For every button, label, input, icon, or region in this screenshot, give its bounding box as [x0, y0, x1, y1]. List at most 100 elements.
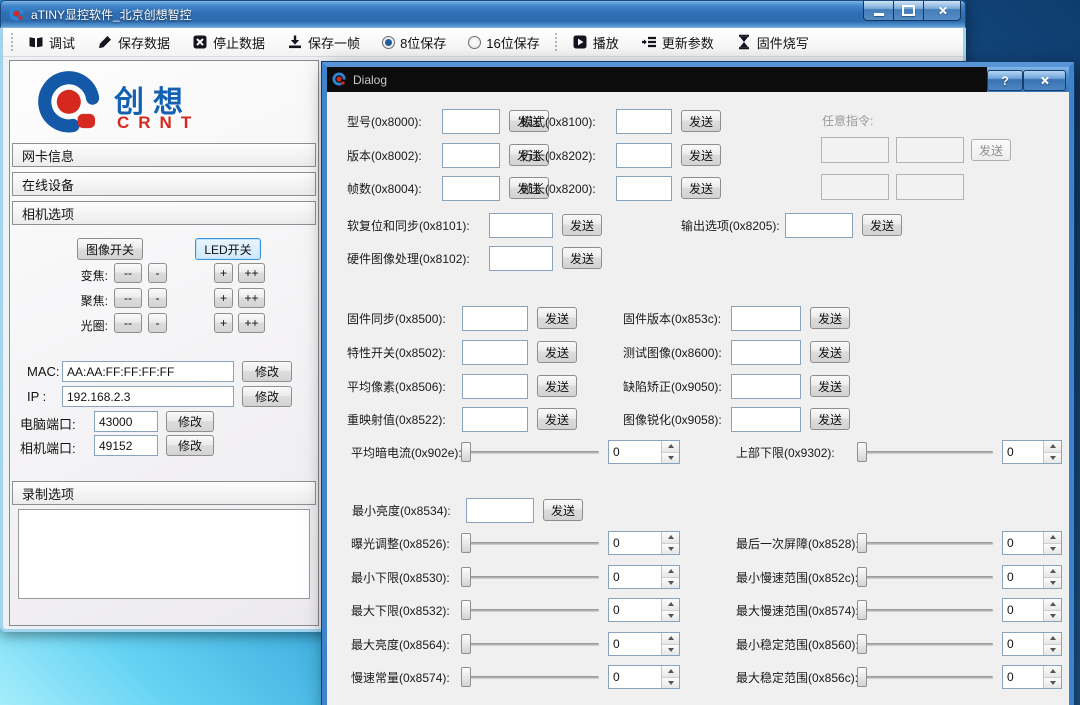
- spin-down-button[interactable]: [1044, 645, 1061, 656]
- spin-down-button[interactable]: [662, 645, 679, 656]
- play-button[interactable]: 播放: [561, 29, 630, 55]
- hw-image-processing-send-button[interactable]: 发送: [562, 247, 602, 269]
- firmware-sync-input[interactable]: [462, 306, 528, 331]
- update-params-button[interactable]: 更新参数: [630, 29, 725, 55]
- max-brightness-slider[interactable]: [461, 634, 599, 654]
- spin-up-button[interactable]: [662, 666, 679, 678]
- avg-pixel-input[interactable]: [462, 374, 528, 399]
- main-titlebar[interactable]: aTINY显控软件_北京创想智控: [0, 0, 966, 28]
- min-stable-range-slider[interactable]: [857, 634, 993, 654]
- spin-down-button[interactable]: [1044, 611, 1061, 622]
- mac-input[interactable]: [62, 361, 234, 382]
- slider-handle[interactable]: [857, 667, 867, 687]
- output-option-input[interactable]: [785, 213, 853, 238]
- slider-handle[interactable]: [857, 600, 867, 620]
- slider-handle[interactable]: [461, 533, 471, 553]
- max-stable-range-slider[interactable]: [857, 667, 993, 687]
- ip-input[interactable]: [62, 386, 234, 407]
- slow-constant-slider[interactable]: [461, 667, 599, 687]
- zoom-minus-button[interactable]: -: [148, 263, 167, 283]
- stop-data-button[interactable]: 停止数据: [181, 29, 276, 55]
- firmware-sync-send-button[interactable]: 发送: [537, 307, 577, 329]
- max-stable-range-value[interactable]: [1003, 666, 1043, 688]
- spin-up-button[interactable]: [662, 599, 679, 611]
- firmware-version-input[interactable]: [731, 306, 801, 331]
- min-lower-limit-spinbox[interactable]: [608, 565, 680, 589]
- upper-lower-limit-slider[interactable]: [857, 442, 993, 462]
- exposure-adjust-slider[interactable]: [461, 533, 599, 553]
- max-lower-limit-value[interactable]: [609, 599, 661, 621]
- image-switch-button[interactable]: 图像开关: [77, 238, 143, 260]
- slider-handle[interactable]: [857, 567, 867, 587]
- max-lower-limit-slider[interactable]: [461, 600, 599, 620]
- exposure-adjust-spinbox[interactable]: [608, 531, 680, 555]
- focus-minus2-button[interactable]: --: [114, 288, 142, 308]
- toolbar-grip[interactable]: [11, 33, 13, 51]
- arbitrary-input-1[interactable]: [821, 137, 889, 163]
- upper-lower-limit-spinbox[interactable]: [1002, 440, 1062, 464]
- minimize-button[interactable]: [863, 1, 894, 21]
- line-length-input[interactable]: [616, 143, 672, 168]
- spin-up-button[interactable]: [1044, 633, 1061, 645]
- spin-down-button[interactable]: [662, 544, 679, 555]
- spin-down-button[interactable]: [662, 678, 679, 689]
- max-slow-range-spinbox[interactable]: [1002, 598, 1062, 622]
- frame-length-send-button[interactable]: 发送: [681, 177, 721, 199]
- focus-plus-button[interactable]: +: [214, 288, 233, 308]
- arbitrary-input-3[interactable]: [821, 174, 889, 200]
- image-sharpen-input[interactable]: [731, 407, 801, 432]
- section-camera-options[interactable]: 相机选项: [12, 201, 316, 225]
- version-input[interactable]: [442, 143, 500, 168]
- firmware-write-button[interactable]: 固件烧写: [725, 29, 820, 55]
- spin-down-button[interactable]: [662, 611, 679, 622]
- arbitrary-input-4[interactable]: [896, 174, 964, 200]
- spin-down-button[interactable]: [1044, 453, 1061, 464]
- mode-send-button[interactable]: 发送: [681, 110, 721, 132]
- max-slow-range-value[interactable]: [1003, 599, 1043, 621]
- slider-handle[interactable]: [461, 634, 471, 654]
- mode-input[interactable]: [616, 109, 672, 134]
- maximize-button[interactable]: [893, 1, 924, 21]
- min-brightness-send-button[interactable]: 发送: [543, 499, 583, 521]
- output-option-send-button[interactable]: 发送: [862, 214, 902, 236]
- last-barrier-slider[interactable]: [857, 533, 993, 553]
- min-lower-limit-value[interactable]: [609, 566, 661, 588]
- cam-port-modify-button[interactable]: 修改: [166, 435, 214, 456]
- max-stable-range-spinbox[interactable]: [1002, 665, 1062, 689]
- min-stable-range-value[interactable]: [1003, 633, 1043, 655]
- led-switch-button[interactable]: LED开关: [195, 238, 261, 260]
- focus-minus-button[interactable]: -: [148, 288, 167, 308]
- image-sharpen-send-button[interactable]: 发送: [810, 408, 850, 430]
- max-lower-limit-spinbox[interactable]: [608, 598, 680, 622]
- slow-constant-value[interactable]: [609, 666, 661, 688]
- slider-handle[interactable]: [857, 533, 867, 553]
- dialog-titlebar[interactable]: Dialog ?: [327, 67, 1069, 92]
- arbitrary-input-2[interactable]: [896, 137, 964, 163]
- spin-down-button[interactable]: [662, 453, 679, 464]
- exposure-adjust-value[interactable]: [609, 532, 661, 554]
- save-frame-button[interactable]: 保存一帧: [276, 29, 371, 55]
- min-slow-range-value[interactable]: [1003, 566, 1043, 588]
- ip-modify-button[interactable]: 修改: [242, 386, 292, 407]
- feature-switch-input[interactable]: [462, 340, 528, 365]
- save-8bit-radio[interactable]: 8位保存: [371, 29, 457, 55]
- slider-handle[interactable]: [461, 667, 471, 687]
- test-image-send-button[interactable]: 发送: [810, 341, 850, 363]
- zoom-plus2-button[interactable]: ++: [238, 263, 265, 283]
- soft-reset-sync-send-button[interactable]: 发送: [562, 214, 602, 236]
- max-slow-range-slider[interactable]: [857, 600, 993, 620]
- spin-up-button[interactable]: [1044, 599, 1061, 611]
- iris-plus-button[interactable]: +: [214, 313, 233, 333]
- dialog-close-button[interactable]: [1023, 70, 1066, 91]
- feature-switch-send-button[interactable]: 发送: [537, 341, 577, 363]
- spin-up-button[interactable]: [1044, 566, 1061, 578]
- avg-pixel-send-button[interactable]: 发送: [537, 375, 577, 397]
- slider-handle[interactable]: [461, 567, 471, 587]
- defect-correction-input[interactable]: [731, 374, 801, 399]
- slider-handle[interactable]: [857, 634, 867, 654]
- focus-plus2-button[interactable]: ++: [238, 288, 265, 308]
- iris-plus2-button[interactable]: ++: [238, 313, 265, 333]
- avg-dark-current-spinbox[interactable]: [608, 440, 680, 464]
- section-nic[interactable]: 网卡信息: [12, 143, 316, 167]
- model-input[interactable]: [442, 109, 500, 134]
